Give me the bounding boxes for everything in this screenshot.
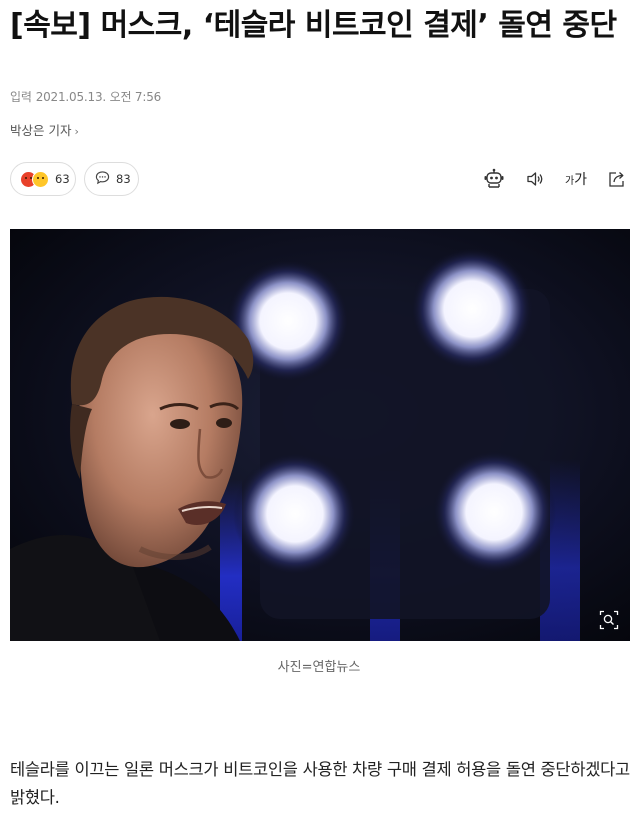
- comment-button[interactable]: 83: [84, 162, 139, 196]
- author-name: 박상은 기자: [10, 123, 72, 138]
- font-size-icon[interactable]: 가가: [562, 168, 590, 190]
- article-meta: 입력 2021.05.13. 오전 7:56: [10, 88, 161, 105]
- article-photo: [10, 229, 630, 641]
- article-headline: [속보] 머스크, ‘테슬라 비트코인 결제’ 돌연 중단: [10, 8, 617, 43]
- article-paragraph: 테슬라를 이끄는 일론 머스크가 비트코인을 사용한 차량 구매 결제 허용을 …: [10, 760, 630, 807]
- font-large-glyph: 가: [574, 172, 588, 188]
- chevron-right-icon: ›: [74, 125, 79, 138]
- input-label: 입력: [10, 90, 32, 104]
- font-small-glyph: 가: [564, 175, 575, 187]
- comment-count: 83: [116, 172, 131, 186]
- comment-icon: [95, 170, 110, 188]
- photo-caption: 사진=연합뉴스: [277, 660, 361, 675]
- reaction-count: 63: [55, 172, 70, 186]
- reaction-button[interactable]: 63: [10, 162, 76, 196]
- speaker-icon[interactable]: [524, 168, 546, 190]
- robot-icon[interactable]: [482, 168, 506, 190]
- laugh-emoji-icon: [32, 170, 49, 188]
- share-icon[interactable]: [606, 168, 628, 190]
- photo-illustration: [10, 229, 630, 641]
- zoom-icon: [599, 610, 619, 630]
- author-link[interactable]: 박상은 기자 ›: [10, 120, 79, 139]
- zoom-photo-button[interactable]: [596, 607, 622, 633]
- article-datetime: 2021.05.13. 오전 7:56: [35, 90, 162, 104]
